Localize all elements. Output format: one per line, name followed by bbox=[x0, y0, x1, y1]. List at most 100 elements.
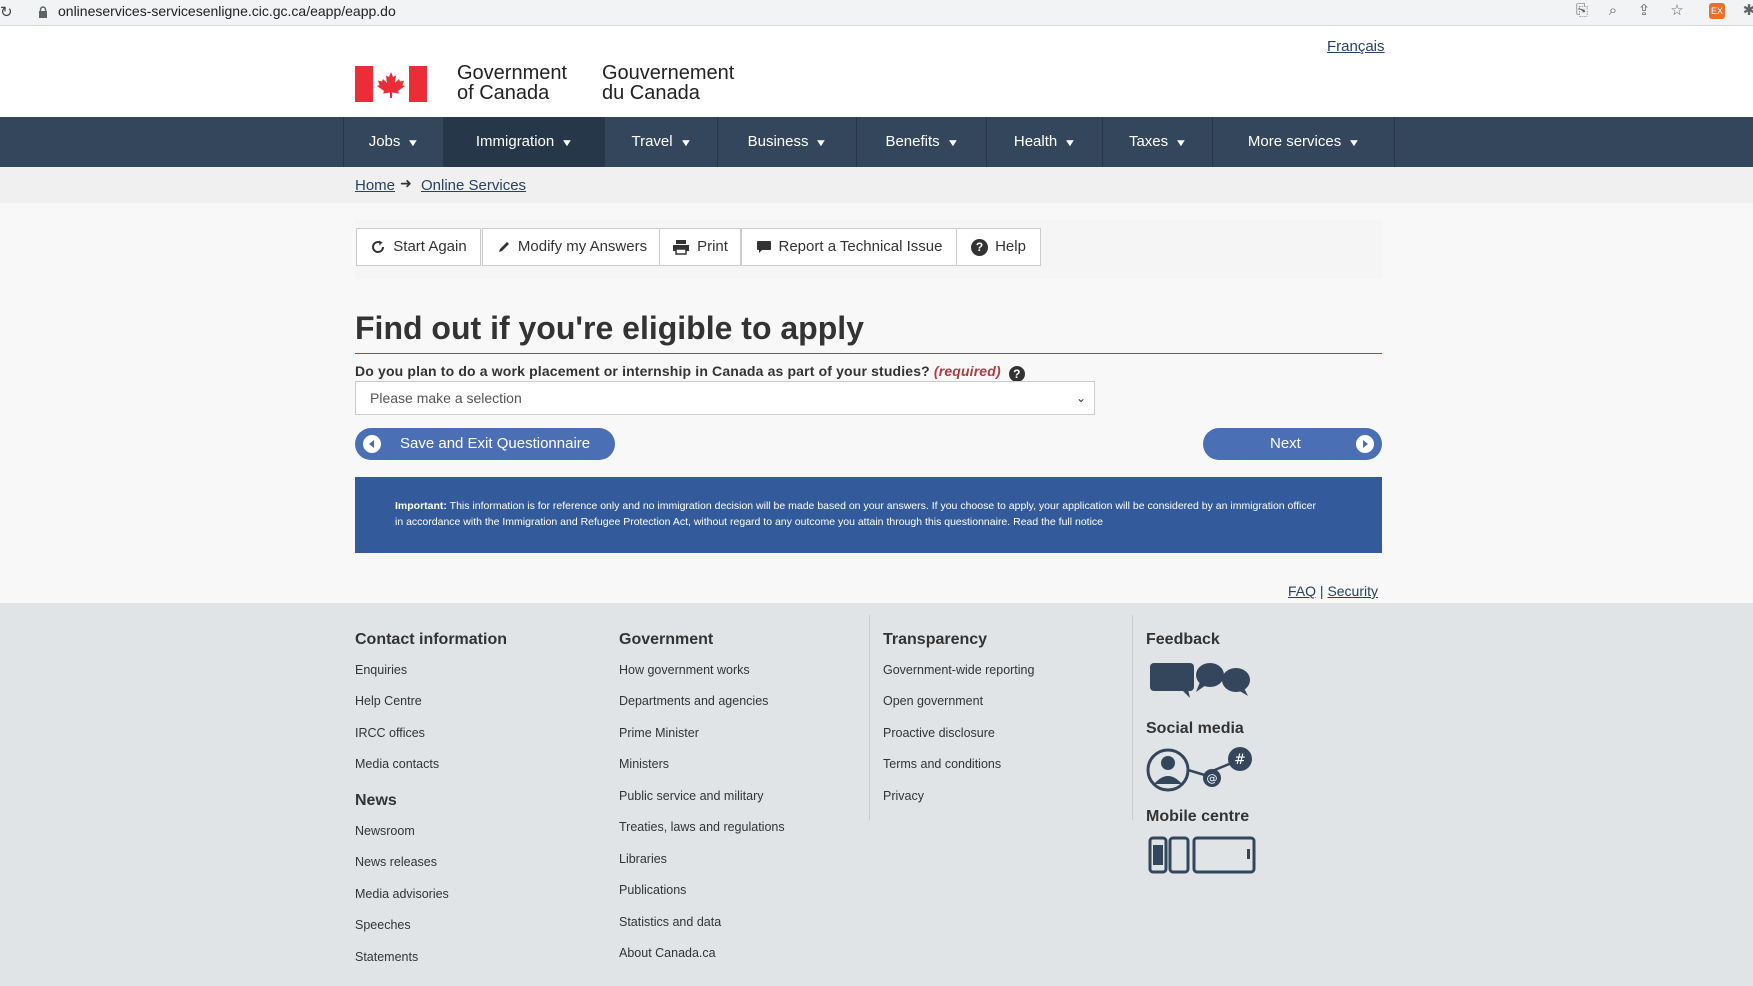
read-full-notice-link[interactable]: Read the full notice bbox=[1013, 516, 1103, 528]
reload-icon[interactable]: ↻ bbox=[0, 3, 13, 21]
zoom-icon[interactable]: ⌕ bbox=[1604, 2, 1622, 20]
nav-item-taxes[interactable]: Taxes ▼ bbox=[1102, 117, 1213, 167]
svg-text:#: # bbox=[1234, 752, 1246, 768]
nav-item-more-services[interactable]: More services ▼ bbox=[1212, 117, 1395, 167]
nav-label: Taxes bbox=[1128, 133, 1169, 150]
required-marker: (required) bbox=[933, 363, 1001, 379]
question-label: Do you plan to do a work placement or in… bbox=[355, 363, 1025, 382]
mobile-devices-icon[interactable] bbox=[1148, 835, 1258, 880]
nav-label: Health bbox=[1013, 133, 1058, 150]
share-icon[interactable]: ⇪ bbox=[1635, 2, 1653, 20]
footer-feedback-title[interactable]: Feedback bbox=[1146, 631, 1220, 649]
language-toggle-link[interactable]: Français bbox=[1327, 38, 1385, 55]
next-button[interactable]: Next bbox=[1203, 428, 1382, 460]
chevron-down-icon: ▼ bbox=[679, 138, 693, 149]
footer-link[interactable]: Publications bbox=[619, 883, 686, 897]
nav-item-jobs[interactable]: Jobs ▼ bbox=[343, 117, 444, 167]
footer-contact-title: Contact information bbox=[355, 631, 507, 648]
footer-link[interactable]: How government works bbox=[619, 663, 750, 677]
translate-icon[interactable]: ⎘ bbox=[1573, 2, 1591, 20]
question-help-icon[interactable]: ? bbox=[1008, 366, 1025, 382]
feedback-speech-bubbles-icon[interactable] bbox=[1148, 660, 1253, 700]
save-and-exit-button[interactable]: Save and Exit Questionnaire bbox=[355, 428, 615, 460]
footer-link[interactable]: IRCC offices bbox=[355, 726, 425, 740]
breadcrumb-home-link[interactable]: Home bbox=[355, 177, 395, 194]
footer-link[interactable]: Ministers bbox=[619, 757, 669, 771]
nav-item-business[interactable]: Business ▼ bbox=[717, 117, 857, 167]
wordmark-fr-line1: Gouvernement bbox=[602, 62, 735, 84]
nav-item-travel[interactable]: Travel ▼ bbox=[604, 117, 718, 167]
breadcrumb-online-services-link[interactable]: Online Services bbox=[421, 177, 526, 194]
security-link[interactable]: Security bbox=[1327, 583, 1378, 599]
lock-icon[interactable] bbox=[38, 6, 48, 18]
report-issue-label: Report a Technical Issue bbox=[778, 238, 943, 255]
footer-divider bbox=[1132, 615, 1133, 820]
faq-link[interactable]: FAQ bbox=[1288, 583, 1316, 599]
footer-link[interactable]: Government-wide reporting bbox=[883, 663, 1034, 677]
arrow-left-circle-icon bbox=[363, 435, 381, 453]
footer-link[interactable]: Public service and military bbox=[619, 789, 764, 803]
social-media-icon[interactable]: @ # bbox=[1146, 746, 1256, 794]
page-title: Find out if you're eligible to apply bbox=[355, 310, 864, 346]
nav-item-benefits[interactable]: Benefits ▼ bbox=[856, 117, 987, 167]
footer-mobile-title[interactable]: Mobile centre bbox=[1146, 808, 1249, 826]
nav-label: Jobs bbox=[368, 133, 401, 150]
main-navigation: Jobs ▼ Immigration ▼ Travel ▼ Business ▼ Ben… bbox=[0, 117, 1753, 167]
footer-link[interactable]: News releases bbox=[355, 855, 437, 869]
nav-label: More services bbox=[1247, 133, 1342, 150]
footer-link[interactable]: Speeches bbox=[355, 918, 411, 932]
start-again-button[interactable]: Start Again bbox=[356, 228, 481, 266]
footer-link[interactable]: Libraries bbox=[619, 852, 667, 866]
nav-label: Immigration bbox=[475, 133, 555, 150]
footer-link[interactable]: Privacy bbox=[883, 789, 924, 803]
footer-link[interactable]: Statements bbox=[355, 950, 418, 964]
nav-item-immigration[interactable]: Immigration ▼ bbox=[443, 117, 605, 167]
footer-link[interactable]: Media advisories bbox=[355, 887, 449, 901]
nav-item-health[interactable]: Health ▼ bbox=[986, 117, 1103, 167]
chevron-down-icon: ▼ bbox=[814, 138, 828, 149]
start-again-label: Start Again bbox=[393, 238, 467, 255]
footer-link[interactable]: Treaties, laws and regulations bbox=[619, 820, 785, 834]
utility-links: FAQ | Security bbox=[1288, 583, 1378, 599]
help-label: Help bbox=[995, 238, 1026, 255]
footer-link[interactable]: Enquiries bbox=[355, 663, 407, 677]
footer-link[interactable]: Statistics and data bbox=[619, 915, 721, 929]
report-issue-button[interactable]: Report a Technical Issue bbox=[741, 228, 957, 266]
arrow-right-icon: ➜ bbox=[400, 175, 412, 191]
footer-link[interactable]: Newsroom bbox=[355, 824, 415, 838]
nav-label: Travel bbox=[631, 133, 673, 150]
wordmark-en-line2: of Canada bbox=[457, 82, 550, 104]
footer-link[interactable]: Media contacts bbox=[355, 757, 439, 771]
government-of-canada-wordmark[interactable]: Government of Canada bbox=[457, 63, 567, 103]
footer-link[interactable]: Departments and agencies bbox=[619, 694, 768, 708]
print-button[interactable]: Print bbox=[659, 228, 741, 266]
footer-link[interactable]: Help Centre bbox=[355, 694, 422, 708]
footer-news-title: News bbox=[355, 792, 397, 809]
help-button[interactable]: ? Help bbox=[956, 228, 1041, 266]
footer-government-title: Government bbox=[619, 631, 714, 648]
work-placement-select[interactable]: Please make a selection ⌄ bbox=[355, 381, 1095, 415]
notice-lead: Important: bbox=[395, 500, 447, 512]
title-divider bbox=[355, 353, 1382, 354]
footer-social-title[interactable]: Social media bbox=[1146, 720, 1244, 738]
extensions-puzzle-icon[interactable]: ✱ bbox=[1740, 2, 1753, 20]
nav-label: Benefits bbox=[885, 133, 940, 150]
utility-separator: | bbox=[1319, 583, 1324, 599]
footer-link[interactable]: About Canada.ca bbox=[619, 946, 716, 960]
footer-link[interactable]: Open government bbox=[883, 694, 983, 708]
chevron-down-icon: ▼ bbox=[1347, 138, 1361, 149]
chevron-down-icon: ▼ bbox=[560, 138, 574, 149]
footer-link[interactable]: Terms and conditions bbox=[883, 757, 1001, 771]
comment-icon bbox=[756, 241, 771, 253]
footer-link[interactable]: Proactive disclosure bbox=[883, 726, 995, 740]
bookmark-star-icon[interactable]: ☆ bbox=[1668, 2, 1686, 20]
save-and-exit-label: Save and Exit Questionnaire bbox=[400, 435, 591, 452]
chevron-down-icon: ▼ bbox=[1063, 138, 1077, 149]
modify-answers-button[interactable]: Modify my Answers bbox=[482, 228, 662, 266]
url-text[interactable]: onlineservices-servicesenligne.cic.gc.ca… bbox=[58, 3, 396, 19]
extension-icon[interactable]: EX bbox=[1709, 3, 1725, 19]
chevron-down-icon: ▼ bbox=[406, 138, 420, 149]
gouvernement-du-canada-wordmark[interactable]: Gouvernement du Canada bbox=[602, 63, 734, 103]
nav-label: Business bbox=[747, 133, 809, 150]
footer-link[interactable]: Prime Minister bbox=[619, 726, 699, 740]
